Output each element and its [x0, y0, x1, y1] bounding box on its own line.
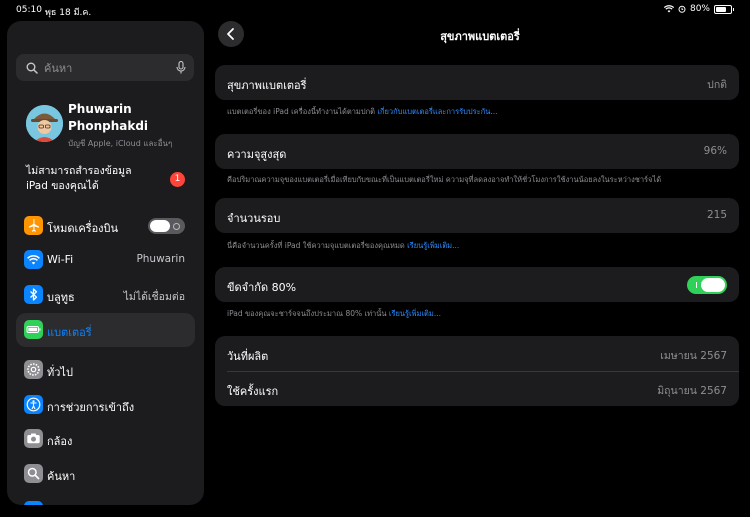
sidebar-item-general[interactable]: ทั่วไป — [16, 353, 195, 387]
warranty-link[interactable]: เกี่ยวกับแบตเตอรี่และการรับประกัน... — [377, 107, 497, 116]
charge-limit-card: ขีดจำกัด 80% — [215, 267, 739, 302]
apple-account-profile[interactable]: Phuwarin Phonphakdi บัญชี Apple, iCloud … — [26, 101, 196, 153]
footer-text: นี่คือจำนวนครั้งที่ iPad ใช้ความจุแบตเตอ… — [227, 241, 405, 250]
manufacture-date-value: เมษายน 2567 — [660, 350, 727, 362]
battery-health-card[interactable]: สุขภาพแบตเตอรี่ ปกติ — [215, 65, 739, 100]
max-capacity-card: ความจุสูงสุด 96% — [215, 134, 739, 169]
charge-limit-label: ขีดจำกัด 80% — [227, 281, 297, 294]
learn-more-link[interactable]: เรียนรู้เพิ่มเติม... — [389, 309, 441, 318]
accessibility-icon — [24, 395, 43, 414]
avatar — [26, 105, 63, 142]
sidebar-item-label: ค้นหา — [47, 470, 76, 483]
manufacture-date-label: วันที่ผลิต — [227, 350, 269, 363]
wifi-icon — [24, 250, 43, 269]
first-use-value: มิถุนายน 2567 — [657, 385, 727, 397]
battery-health-footer: แบตเตอรี่ของ iPad เครื่องนี้ทำงานได้ตามป… — [227, 106, 742, 118]
sidebar-item-label: แบตเตอรี่ — [47, 326, 92, 339]
main-content: สุขภาพแบตเตอรี่ สุขภาพแบตเตอรี่ ปกติ แบต… — [210, 0, 750, 517]
sidebar: ค้นหา Phuwarin Phonphakdi บัญชี Apple, i… — [7, 21, 204, 505]
max-capacity-footer: คือปริมาณความจุของแบตเตอรี่เมื่อเทียบกับ… — [227, 175, 662, 184]
microphone-icon[interactable] — [176, 61, 186, 74]
search-placeholder: ค้นหา — [44, 61, 73, 75]
sidebar-item-bluetooth[interactable]: บลูทูธ ไม่ได้เชื่อมต่อ — [16, 278, 195, 312]
backup-notice[interactable]: ไม่สามารถสำรองข้อมูล iPad ของคุณได้ — [26, 164, 156, 194]
sidebar-item-partial[interactable] — [16, 494, 195, 505]
learn-more-link[interactable]: เรียนรู้เพิ่มเติม... — [407, 241, 459, 250]
battery-health-value: ปกติ — [707, 79, 727, 91]
sidebar-item-search[interactable]: ค้นหา — [16, 457, 195, 491]
charge-limit-toggle[interactable] — [687, 276, 727, 294]
bluetooth-icon — [24, 285, 43, 304]
max-capacity-label: ความจุสูงสุด — [227, 148, 287, 161]
sidebar-item-camera[interactable]: กล้อง — [16, 422, 195, 456]
sidebar-item-label: บลูทูธ — [47, 291, 75, 304]
sidebar-item-battery[interactable]: แบตเตอรี่ — [16, 313, 195, 347]
charge-limit-footer: iPad ของคุณจะชาร์จจนถึงประมาณ 80% เท่านั… — [227, 308, 742, 320]
wifi-network-name: Phuwarin — [136, 253, 185, 265]
footer-text: iPad ของคุณจะชาร์จจนถึงประมาณ 80% เท่านั… — [227, 309, 387, 318]
sidebar-item-airplane-mode[interactable]: โหมดเครื่องบิน — [16, 209, 195, 243]
profile-name: Phuwarin Phonphakdi — [68, 102, 149, 133]
profile-subtitle: บัญชี Apple, iCloud และอื่นๆ — [68, 139, 173, 148]
battery-health-label: สุขภาพแบตเตอรี่ — [227, 79, 307, 92]
app-icon — [24, 501, 43, 505]
cycle-count-value: 215 — [706, 209, 727, 221]
first-use-label: ใช้ครั้งแรก — [227, 385, 279, 398]
sidebar-item-label: ทั่วไป — [47, 366, 73, 379]
sidebar-item-label: Wi-Fi — [47, 253, 74, 266]
cycle-count-label: จำนวนรอบ — [227, 212, 281, 225]
sidebar-item-accessibility[interactable]: การช่วยการเข้าถึง — [16, 388, 195, 422]
search-field[interactable]: ค้นหา — [16, 54, 194, 81]
page-title: สุขภาพแบตเตอรี่ — [440, 30, 520, 43]
sidebar-item-label: การช่วยการเข้าถึง — [47, 401, 135, 414]
camera-icon — [24, 429, 43, 448]
status-time: 05:10 — [16, 5, 42, 15]
notice-badge: 1 — [170, 172, 185, 187]
airplane-icon — [24, 216, 43, 235]
cycle-count-card: จำนวนรอบ 215 — [215, 198, 739, 233]
max-capacity-value: 96% — [703, 145, 727, 157]
bluetooth-status: ไม่ได้เชื่อมต่อ — [123, 291, 185, 303]
search-icon — [26, 62, 38, 74]
battery-icon — [24, 320, 43, 339]
sidebar-item-wifi[interactable]: Wi-Fi Phuwarin — [16, 243, 195, 277]
sidebar-item-label: โหมดเครื่องบิน — [47, 222, 119, 235]
gear-icon — [24, 360, 43, 379]
cycle-count-footer: นี่คือจำนวนครั้งที่ iPad ใช้ความจุแบตเตอ… — [227, 240, 742, 252]
airplane-mode-toggle[interactable] — [148, 218, 185, 234]
status-date: พุธ 18 มี.ค. — [45, 8, 92, 18]
footer-text: แบตเตอรี่ของ iPad เครื่องนี้ทำงานได้ตามป… — [227, 107, 376, 116]
battery-dates-card: วันที่ผลิต เมษายน 2567 ใช้ครั้งแรก มิถุน… — [215, 336, 739, 406]
sidebar-item-label: กล้อง — [47, 435, 73, 448]
search-icon — [24, 464, 43, 483]
